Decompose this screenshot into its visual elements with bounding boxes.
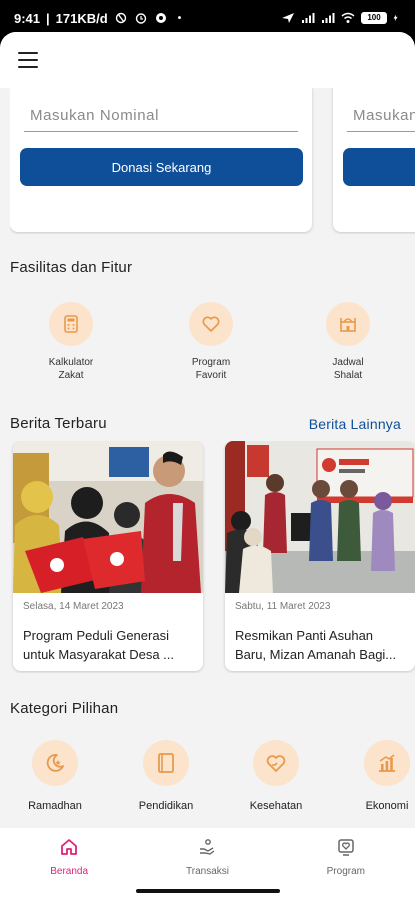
donate-hand-icon xyxy=(200,839,215,855)
feature-label-line2: Shalat xyxy=(333,370,363,381)
book-icon xyxy=(158,753,174,773)
category-kesehatan[interactable]: Kesehatan xyxy=(226,740,326,812)
home-indicator[interactable] xyxy=(136,889,280,893)
news-title-line1: Program Peduli Generasi xyxy=(23,628,169,643)
wifi-icon xyxy=(341,12,355,23)
program-icon xyxy=(338,839,354,856)
news-title-line2: untuk Masyarakat Desa ... xyxy=(23,647,175,662)
category-ekonomi[interactable]: Ekonomi xyxy=(337,740,415,812)
feature-prayer-schedule[interactable]: Jadwal Shalat xyxy=(303,302,393,382)
feature-label-line2: Zakat xyxy=(58,370,84,381)
nav-program[interactable]: Program xyxy=(277,828,415,900)
donation-card: Donasi Sekarang xyxy=(10,88,312,232)
chart-icon xyxy=(379,754,395,772)
nav-label: Transaksi xyxy=(186,866,229,877)
nominal-input[interactable] xyxy=(24,100,298,132)
news-title-line2: Baru, Mizan Amanah Bagi... xyxy=(235,647,397,662)
signal-icon-2 xyxy=(322,13,335,23)
feature-label-line1: Program xyxy=(191,357,231,368)
categories-section-title: Kategori Pilihan xyxy=(10,700,119,717)
heart-hand-icon xyxy=(266,755,286,772)
category-icon-bg xyxy=(253,740,299,786)
news-section-title: Berita Terbaru xyxy=(10,415,107,432)
sync-icon xyxy=(115,12,126,24)
signal-icon xyxy=(302,13,315,23)
category-icon-bg xyxy=(364,740,410,786)
status-dot: • xyxy=(177,12,182,24)
category-ramadhan[interactable]: Ramadhan xyxy=(5,740,105,812)
alarm-icon xyxy=(135,13,146,24)
calculator-icon xyxy=(64,315,78,333)
news-photo xyxy=(13,441,203,593)
app-screen: Donasi Sekarang Donasi Sekarang Fasilita… xyxy=(0,32,415,900)
moon-star-icon xyxy=(46,754,64,772)
donate-now-button-next[interactable]: Donasi Sekarang xyxy=(343,148,415,186)
news-title-line1: Resmikan Panti Asuhan xyxy=(235,628,374,643)
status-separator: | xyxy=(46,10,50,26)
feature-favorite-program[interactable]: Program Favorit xyxy=(166,302,256,382)
battery-icon: 100 xyxy=(361,12,387,24)
news-date: Selasa, 14 Maret 2023 xyxy=(23,601,124,612)
feature-zakat-calculator[interactable]: Kalkulator Zakat xyxy=(26,302,116,382)
features-grid: Kalkulator Zakat Program Favorit Jadwal Sha… xyxy=(0,302,415,392)
features-section-title: Fasilitas dan Fitur xyxy=(10,259,133,276)
app-notification-icon xyxy=(155,13,166,23)
feature-label-line1: Kalkulator xyxy=(48,357,94,368)
category-label: Ramadhan xyxy=(28,800,82,812)
nav-label: Program xyxy=(326,866,365,877)
status-net-speed: 171KB/d xyxy=(55,10,108,26)
mosque-icon xyxy=(340,318,356,332)
donation-carousel[interactable]: Donasi Sekarang Donasi Sekarang xyxy=(10,88,415,234)
status-time: 9:41 xyxy=(14,10,41,26)
category-label: Kesehatan xyxy=(249,800,303,812)
category-label: Pendidikan xyxy=(138,800,194,812)
category-icon-bg xyxy=(143,740,189,786)
feature-label-line1: Jadwal xyxy=(332,357,364,368)
donate-now-button[interactable]: Donasi Sekarang xyxy=(20,148,303,186)
news-carousel[interactable]: Selasa, 14 Maret 2023 Program Peduli Gen… xyxy=(0,441,415,673)
news-photo xyxy=(225,441,415,593)
news-card[interactable]: Sabtu, 11 Maret 2023 Resmikan Panti Asuh… xyxy=(225,441,415,671)
news-card[interactable]: Selasa, 14 Maret 2023 Program Peduli Gen… xyxy=(13,441,203,671)
location-icon xyxy=(282,13,294,23)
menu-icon[interactable] xyxy=(18,52,38,68)
feature-icon-bg xyxy=(49,302,93,346)
charging-icon xyxy=(393,14,398,22)
category-pendidikan[interactable]: Pendidikan xyxy=(116,740,216,812)
feature-label-line2: Favorit xyxy=(195,370,227,381)
nav-label: Beranda xyxy=(50,866,89,877)
news-date: Sabtu, 11 Maret 2023 xyxy=(235,601,331,612)
more-news-link[interactable]: Berita Lainnya xyxy=(309,416,401,432)
nominal-input-next[interactable] xyxy=(347,100,415,132)
category-icon-bg xyxy=(32,740,78,786)
feature-icon-bg xyxy=(326,302,370,346)
top-app-bar xyxy=(0,32,415,88)
heart-icon xyxy=(202,316,220,332)
feature-icon-bg xyxy=(189,302,233,346)
status-bar: 9:41 | 171KB/d • 100 xyxy=(0,0,415,36)
nav-beranda[interactable]: Beranda xyxy=(0,828,138,900)
donation-card-next: Donasi Sekarang xyxy=(333,88,415,232)
categories-row[interactable]: Ramadhan Pendidikan Kesehatan Ekonomi xyxy=(0,740,415,830)
home-icon xyxy=(61,839,78,855)
category-label: Ekonomi xyxy=(365,800,409,812)
